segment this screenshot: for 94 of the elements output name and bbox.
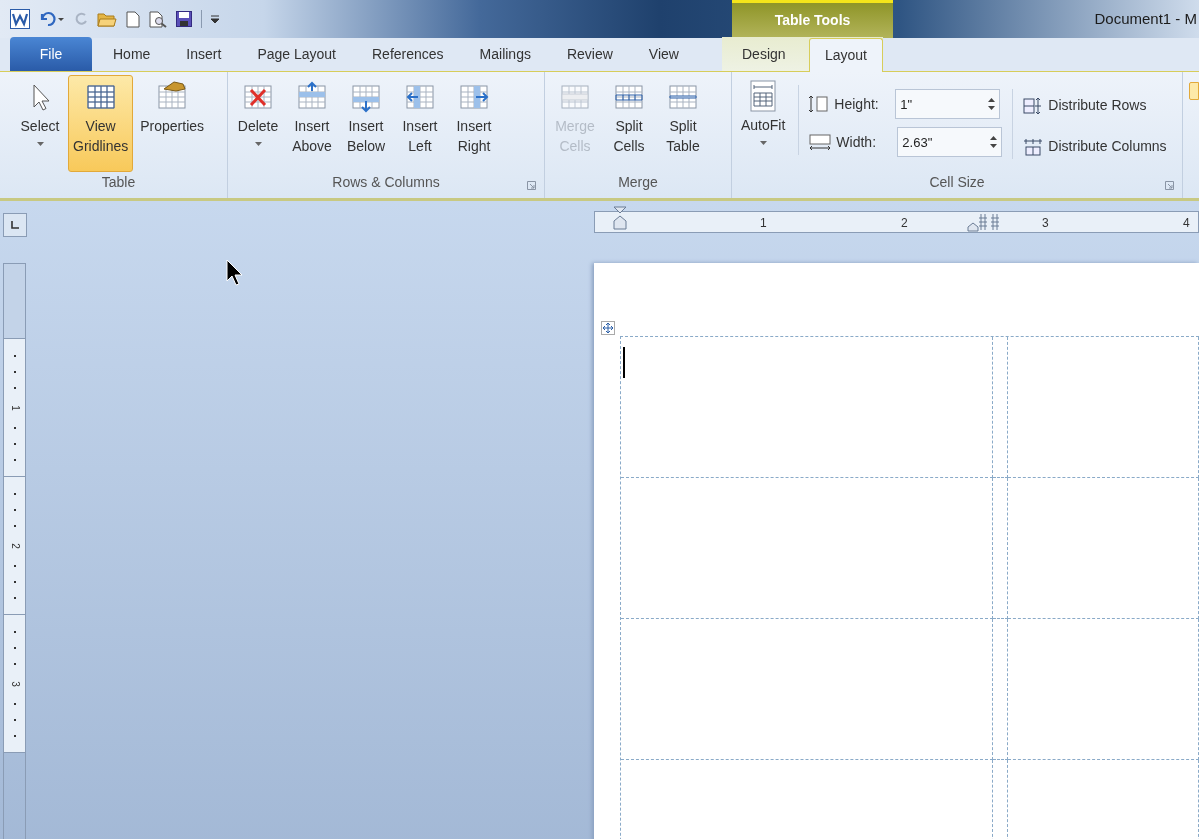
ribbon-tab[interactable]: Page Layout [242, 37, 351, 71]
dialog-launcher-icon[interactable] [527, 181, 536, 190]
table-cell[interactable] [621, 337, 993, 478]
ruler-tick [13, 492, 16, 495]
ruler-tick [13, 370, 16, 373]
field-label: Height: [834, 94, 880, 114]
ribbon-button[interactable]: Insert Left [394, 75, 446, 172]
ruler-number: 1 [760, 215, 767, 232]
spin-field[interactable]: 2.63" [897, 127, 1003, 157]
ribbon-tab[interactable]: View [633, 37, 694, 71]
group-label: Merge [618, 173, 658, 192]
ribbon-button[interactable] [1189, 82, 1199, 100]
left-tab-icon [10, 221, 19, 229]
field-label: Width: [836, 132, 878, 152]
table-cell[interactable] [993, 619, 1008, 760]
distribute-rows-button[interactable]: Distribute Rows [1023, 95, 1167, 116]
ribbon-button[interactable]: Select [14, 75, 66, 172]
ruler-tick [13, 580, 16, 583]
ruler-tick [13, 426, 16, 429]
autofit-icon [750, 80, 777, 112]
ruler-number: 2 [901, 215, 908, 232]
table-move-handle-icon[interactable] [601, 321, 615, 335]
ruler-tick [13, 734, 16, 737]
window-title: Document1 - M [1094, 8, 1197, 29]
table-cell[interactable] [993, 478, 1008, 619]
ruler-tick [13, 662, 16, 665]
ribbon-button[interactable]: Split Table [657, 75, 709, 172]
folder-icon[interactable] [97, 11, 117, 27]
column-marker-icon [978, 213, 1002, 231]
caret-icon [759, 141, 767, 145]
customize-toolbar-icon[interactable] [211, 14, 219, 24]
tab-selector-button[interactable] [2, 213, 27, 237]
spin-field[interactable]: 1" [895, 89, 1001, 119]
ruler-number: 3 [9, 680, 20, 687]
ribbon-button[interactable]: Insert Below [340, 75, 392, 172]
ribbon-button[interactable]: Insert Above [286, 75, 338, 172]
ruler-tick [13, 442, 16, 445]
ruler-number: 1 [9, 404, 20, 411]
ruler-number: 4 [1183, 215, 1190, 232]
spinner-arrows-icon[interactable] [990, 135, 998, 149]
ruler-number: 2 [9, 542, 20, 549]
ruler-tick [13, 718, 16, 721]
text-cursor [623, 347, 625, 378]
table-cell[interactable] [621, 478, 993, 619]
ruler-tick [13, 702, 16, 705]
contextual-group-title: Table Tools [774, 11, 851, 30]
distribute-columns-icon [1023, 137, 1044, 156]
ribbon-button[interactable]: View Gridlines [68, 75, 134, 172]
ruler-tick [13, 458, 16, 461]
ruler-tick [13, 386, 16, 389]
table-cell[interactable] [621, 619, 993, 760]
ruler-tick [13, 354, 16, 357]
dialog-launcher-icon[interactable] [1165, 181, 1174, 190]
print-preview-icon[interactable] [149, 10, 167, 28]
ribbon-button[interactable]: Delete [232, 75, 284, 172]
row-height-icon [809, 95, 830, 113]
table-cell[interactable] [1008, 478, 1199, 619]
distribute-rows-icon [1023, 96, 1044, 115]
table-cell[interactable] [1008, 619, 1199, 760]
table-cell[interactable] [1008, 337, 1199, 478]
table-cell[interactable] [993, 337, 1008, 478]
caret-icon [36, 142, 44, 146]
ruler-tick [13, 508, 16, 511]
group-label: Cell Size [929, 173, 985, 192]
undo-icon[interactable] [39, 11, 65, 27]
ribbon-tab[interactable]: Review [551, 37, 628, 71]
ruler-tick [13, 596, 16, 599]
new-document-icon[interactable] [126, 10, 140, 28]
ribbon-tab[interactable]: References [357, 37, 459, 71]
file-tab[interactable]: File [10, 37, 92, 71]
column-width-icon [809, 133, 832, 151]
mouse-pointer-icon [226, 259, 244, 287]
spinner-arrows-icon[interactable] [988, 97, 996, 111]
ribbon-button[interactable]: Insert Right [448, 75, 500, 172]
save-icon[interactable] [176, 11, 192, 27]
ruler-number: 3 [1042, 215, 1049, 232]
group-label: Table [101, 173, 136, 192]
ribbon-tab[interactable]: Layout [808, 38, 883, 72]
ribbon-tab[interactable]: Mailings [464, 37, 546, 71]
ruler-tick [13, 524, 16, 527]
autofit-button[interactable]: AutoFit [738, 75, 789, 172]
ribbon-button[interactable]: Properties [135, 75, 210, 172]
group-label: Rows & Columns [332, 173, 440, 192]
ribbon-button[interactable]: Split Cells [603, 75, 655, 172]
distribute-columns-button[interactable]: Distribute Columns [1023, 136, 1167, 157]
word-logo-icon[interactable] [10, 9, 30, 29]
ruler-tick [13, 564, 16, 567]
ruler-tick [13, 646, 16, 649]
ribbon-tab[interactable]: Design [727, 37, 801, 71]
caret-icon [254, 142, 262, 146]
ribbon-tab[interactable]: Insert [171, 37, 237, 71]
ribbon-tab[interactable]: Home [98, 37, 166, 71]
redo-icon[interactable] [74, 12, 88, 26]
ruler-tick [13, 630, 16, 633]
